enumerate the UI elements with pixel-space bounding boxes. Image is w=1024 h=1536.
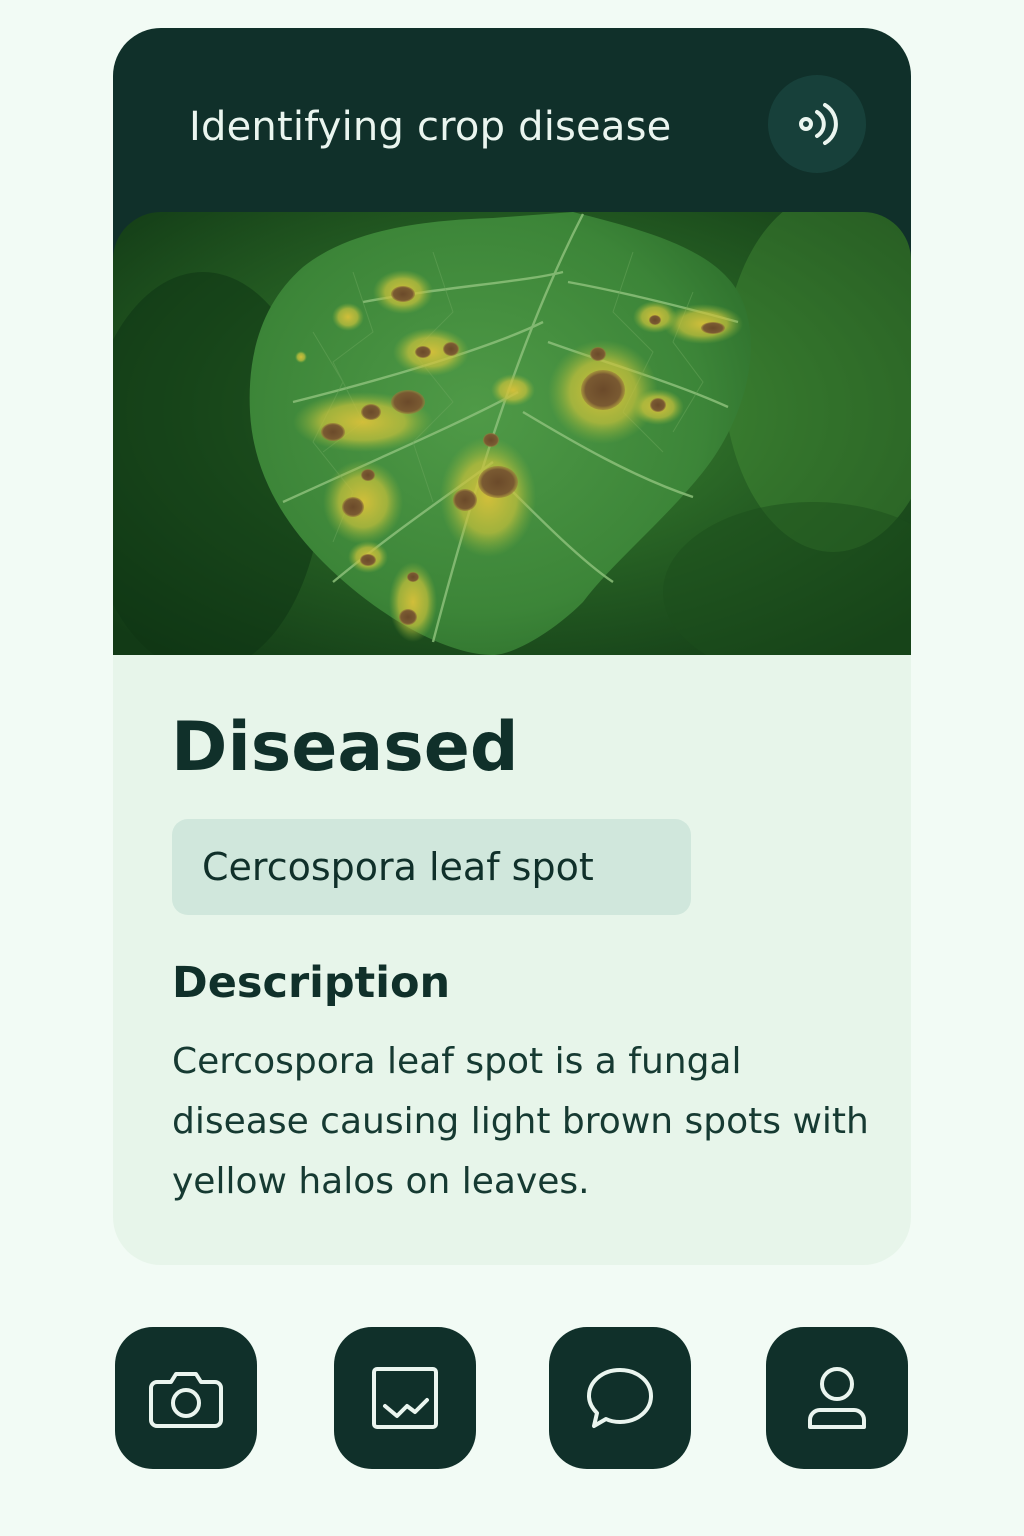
camera-button[interactable] [115, 1327, 257, 1469]
leaf-photo [113, 212, 911, 655]
camera-icon [149, 1372, 223, 1428]
result-card: Identifying crop disease Diseased Cercos… [113, 28, 911, 1265]
description-text: Cercospora leaf spot is a fungal disease… [172, 1041, 869, 1202]
diagnosis-status: Diseased [171, 708, 519, 787]
disease-name-chip: Cercospora leaf spot [172, 819, 691, 915]
user-icon [808, 1367, 866, 1429]
profile-button[interactable] [766, 1327, 908, 1469]
description-heading: Description [172, 958, 451, 1008]
chat-button[interactable] [549, 1327, 691, 1469]
read-aloud-button[interactable] [768, 75, 866, 173]
header-title: Identifying crop disease [189, 104, 672, 150]
sound-waves-icon [799, 103, 838, 145]
image-icon [372, 1367, 438, 1429]
chat-icon [587, 1368, 653, 1428]
gallery-button[interactable] [334, 1327, 476, 1469]
